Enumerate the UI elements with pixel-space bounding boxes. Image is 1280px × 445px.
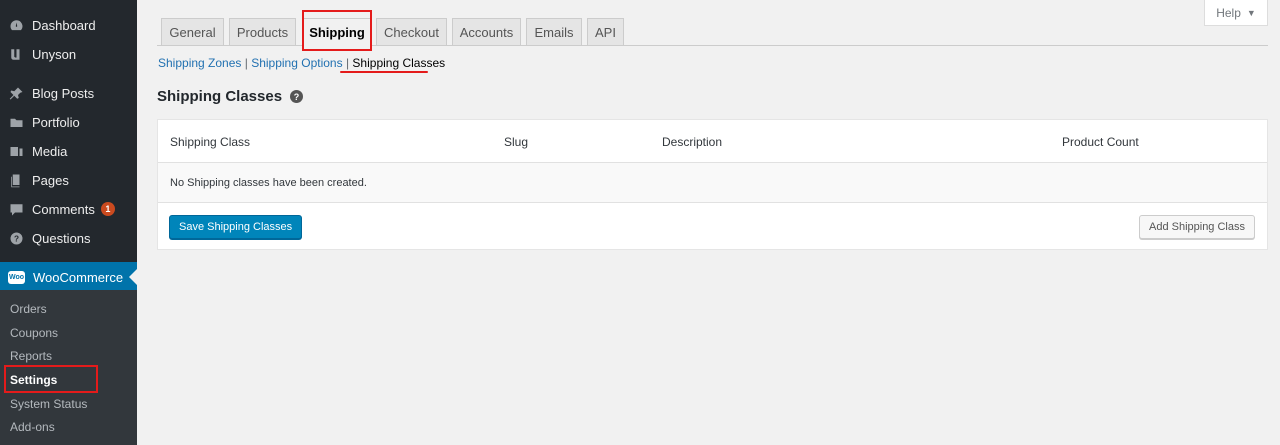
page-heading: Shipping Classes ? — [157, 88, 304, 105]
menu-label: Blog Posts — [32, 85, 95, 101]
empty-message: No Shipping classes have been created. — [170, 177, 367, 189]
unyson-icon — [8, 46, 24, 62]
settings-highlight-box — [4, 365, 98, 393]
menu-unyson[interactable]: Unyson — [0, 40, 137, 68]
menu-blog-posts[interactable]: Blog Posts — [0, 79, 137, 107]
submenu-reports[interactable]: Reports — [10, 349, 52, 363]
submenu-orders[interactable]: Orders — [10, 302, 47, 316]
menu-portfolio[interactable]: Portfolio — [0, 108, 137, 136]
pin-icon — [8, 85, 24, 101]
column-product-count: Product Count — [1062, 135, 1139, 149]
menu-label: WooCommerce — [33, 269, 124, 285]
tab-checkout[interactable]: Checkout — [376, 18, 447, 46]
table-footer: Save Shipping Classes Add Shipping Class — [158, 203, 1267, 250]
menu-dashboard[interactable]: Dashboard — [0, 11, 137, 39]
shipping-classes-red-underline — [340, 71, 428, 73]
link-shipping-options[interactable]: Shipping Options — [251, 56, 342, 70]
svg-text:?: ? — [13, 234, 18, 243]
tab-api[interactable]: API — [587, 18, 624, 46]
tab-emails[interactable]: Emails — [526, 18, 582, 46]
comment-count-badge: 1 — [100, 202, 115, 216]
menu-label: Portfolio — [32, 114, 80, 130]
submenu-add-ons[interactable]: Add-ons — [10, 420, 55, 434]
menu-label: Questions — [32, 230, 91, 246]
shipping-tab-highlight-box — [302, 10, 372, 51]
shipping-section-links: Shipping Zones | Shipping Options | Ship… — [158, 56, 445, 70]
add-shipping-class-button[interactable]: Add Shipping Class — [1138, 215, 1255, 239]
menu-label: Pages — [32, 172, 69, 188]
column-slug: Slug — [504, 135, 529, 149]
column-description: Description — [662, 135, 723, 149]
pages-icon — [8, 172, 24, 188]
tab-general[interactable]: General — [161, 18, 224, 46]
woocommerce-icon: Woo — [8, 270, 25, 284]
menu-comments[interactable]: Comments 1 — [0, 195, 137, 223]
menu-label: Dashboard — [32, 17, 96, 33]
media-icon — [8, 143, 24, 159]
comment-icon — [8, 201, 24, 217]
help-tip-icon[interactable]: ? — [290, 90, 304, 103]
menu-label: Media — [32, 143, 68, 159]
tab-accounts[interactable]: Accounts — [452, 18, 521, 46]
question-icon: ? — [8, 230, 24, 246]
link-shipping-zones[interactable]: Shipping Zones — [158, 56, 241, 70]
menu-pages[interactable]: Pages — [0, 166, 137, 194]
dashboard-icon — [8, 17, 24, 33]
menu-label: Unyson — [32, 46, 77, 62]
caret-down-icon: ▼ — [1246, 7, 1256, 18]
table-row: No Shipping classes have been created. — [158, 163, 1267, 203]
help-label: Help — [1216, 5, 1241, 20]
menu-label: Comments — [32, 201, 95, 217]
separator: | — [345, 56, 350, 70]
folder-icon — [8, 114, 24, 130]
menu-media[interactable]: Media — [0, 137, 137, 165]
save-shipping-classes-button[interactable]: Save Shipping Classes — [169, 215, 303, 239]
column-shipping-class: Shipping Class — [170, 135, 251, 149]
menu-questions[interactable]: ? Questions — [0, 224, 137, 252]
shipping-classes-table: Shipping Class Slug Description Product … — [157, 119, 1268, 250]
tab-products[interactable]: Products — [229, 18, 296, 46]
menu-woocommerce[interactable]: Woo WooCommerce — [0, 262, 137, 292]
current-menu-arrow — [129, 269, 137, 285]
link-shipping-classes[interactable]: Shipping Classes — [352, 56, 445, 70]
page-title: Shipping Classes — [157, 88, 283, 105]
table-header: Shipping Class Slug Description Product … — [158, 120, 1267, 163]
submenu-system-status[interactable]: System Status — [10, 397, 87, 411]
submenu-coupons[interactable]: Coupons — [10, 326, 58, 340]
separator: | — [244, 56, 248, 70]
help-tab-button[interactable]: Help ▼ — [1204, 0, 1268, 26]
